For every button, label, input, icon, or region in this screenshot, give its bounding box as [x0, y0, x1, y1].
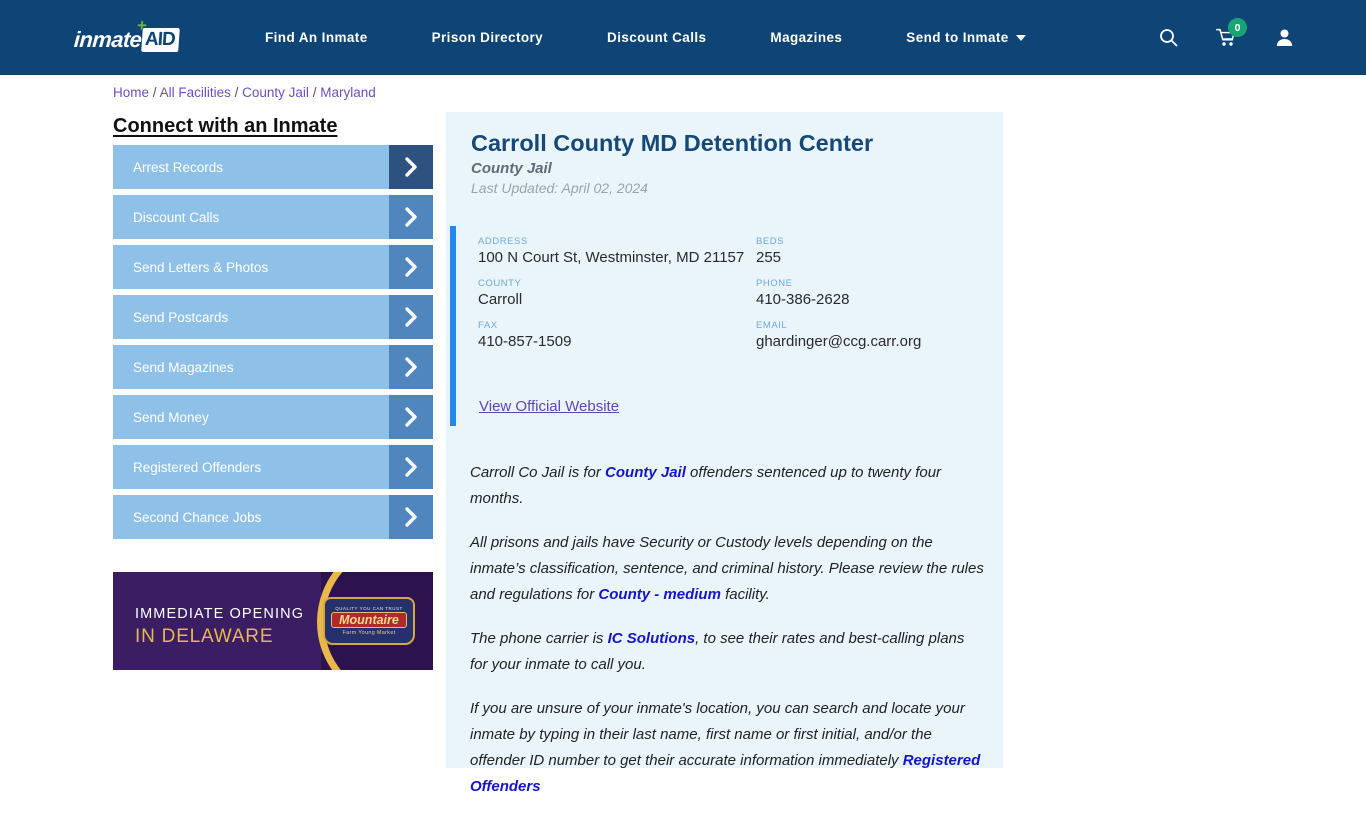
info-label: ADDRESS [478, 236, 528, 247]
sidebar-item-send-postcards[interactable]: Send Postcards [113, 295, 433, 339]
sidebar-item-label: Send Letters & Photos [133, 259, 269, 275]
sidebar-item-send-magazines[interactable]: Send Magazines [113, 345, 433, 389]
nav-item-find-an-inmate[interactable]: Find An Inmate [265, 30, 368, 45]
info-value: 255 [756, 249, 782, 266]
info-label: COUNTY [478, 278, 522, 289]
user-icon[interactable] [1275, 28, 1294, 47]
sidebar-item-label: Discount Calls [133, 209, 220, 225]
logo-badge: + AID [137, 16, 180, 52]
info-field-phone: PHONE 410-386-2628 [756, 278, 978, 309]
accent-bar [450, 226, 456, 426]
info-label: BEDS [756, 236, 785, 247]
main-nav: Find An Inmate Prison Directory Discount… [265, 0, 1026, 75]
search-icon[interactable] [1159, 28, 1178, 47]
ad-logo-tagline-top: QUALITY YOU CAN TRUST [335, 606, 403, 611]
sidebar-item-label: Registered Offenders [133, 459, 262, 475]
facility-description: Carroll Co Jail is for County Jail offen… [470, 460, 985, 818]
info-label: PHONE [756, 278, 793, 289]
info-label: EMAIL [756, 320, 788, 331]
breadcrumb-item-home[interactable]: Home [113, 85, 149, 100]
sidebar-item-arrest-records[interactable]: Arrest Records [113, 145, 433, 189]
page-title: Carroll County MD Detention Center [471, 130, 874, 156]
cart-icon[interactable]: 0 [1216, 18, 1247, 47]
breadcrumb: Home / All Facilities / County Jail / Ma… [113, 85, 376, 100]
description-paragraph-4: If you are unsure of your inmate's locat… [470, 696, 985, 800]
nav-item-send-to-inmate[interactable]: Send to Inmate [906, 30, 1026, 45]
chevron-right-icon [389, 295, 433, 339]
sidebar-item-discount-calls[interactable]: Discount Calls [113, 195, 433, 239]
plus-icon: + [136, 16, 147, 35]
info-value: 100 N Court St, Westminster, MD 21157 [478, 249, 745, 266]
nav-item-discount-calls[interactable]: Discount Calls [607, 30, 706, 45]
sidebar-item-registered-offenders[interactable]: Registered Offenders [113, 445, 433, 489]
info-field-beds: BEDS 255 [756, 236, 978, 267]
last-updated: Last Updated: April 02, 2024 [471, 180, 648, 196]
facility-type: County Jail [471, 160, 552, 177]
info-value: 410-857-1509 [478, 333, 572, 350]
info-field-email: EMAIL ghardinger@ccg.carr.org [756, 320, 978, 351]
chevron-right-icon [389, 445, 433, 489]
nav-item-prison-directory[interactable]: Prison Directory [432, 30, 543, 45]
sidebar-item-label: Arrest Records [133, 159, 224, 175]
ad-headline-line1: IMMEDIATE OPENING [135, 606, 305, 622]
chevron-right-icon [389, 145, 433, 189]
info-field-county: COUNTY Carroll [478, 278, 756, 309]
info-field-fax: FAX 410-857-1509 [478, 320, 756, 351]
logo-badge-text: AID [144, 29, 176, 50]
sidebar-item-send-letters-photos[interactable]: Send Letters & Photos [113, 245, 433, 289]
sidebar-item-label: Send Magazines [133, 359, 234, 375]
sidebar-item-label: Second Chance Jobs [133, 509, 262, 525]
facility-info-grid: ADDRESS 100 N Court St, Westminster, MD … [478, 236, 978, 362]
info-field-address: ADDRESS 100 N Court St, Westminster, MD … [478, 236, 756, 267]
info-label: FAX [478, 320, 498, 331]
chevron-right-icon [389, 345, 433, 389]
link-county-medium[interactable]: County - medium [598, 586, 721, 603]
breadcrumb-separator: / [234, 85, 239, 100]
breadcrumb-item-county-jail[interactable]: County Jail [242, 85, 309, 100]
logo-wordmark: inmate [73, 27, 143, 52]
header-icons: 0 [1159, 0, 1294, 75]
link-ic-solutions[interactable]: IC Solutions [608, 630, 696, 647]
sidebar-ad-banner[interactable]: IMMEDIATE OPENING IN DELAWARE QUALITY YO… [113, 572, 433, 670]
sidebar-item-send-money[interactable]: Send Money [113, 395, 433, 439]
chevron-down-icon [1015, 34, 1026, 41]
breadcrumb-separator: / [152, 85, 157, 100]
breadcrumb-item-maryland[interactable]: Maryland [320, 85, 376, 100]
description-paragraph-3: The phone carrier is IC Solutions, to se… [470, 626, 985, 678]
nav-item-send-to-inmate-label: Send to Inmate [906, 30, 1009, 45]
ad-headline-line2: IN DELAWARE [135, 626, 274, 647]
p2-text-b: facility. [720, 586, 770, 603]
sidebar-menu: Arrest Records Discount Calls Send Lette… [113, 145, 433, 545]
chevron-right-icon [389, 245, 433, 289]
breadcrumb-separator: / [312, 85, 317, 100]
nav-item-magazines[interactable]: Magazines [770, 30, 842, 45]
site-logo[interactable]: inmate + AID [73, 16, 180, 52]
description-paragraph-1: Carroll Co Jail is for County Jail offen… [470, 460, 985, 512]
info-value: Carroll [478, 291, 523, 308]
site-header: inmate + AID Find An Inmate Prison Direc… [0, 0, 1366, 75]
sidebar-item-label: Send Postcards [133, 309, 229, 325]
p1-text-a: Carroll Co Jail is for [470, 464, 606, 481]
p4-text-a: If you are unsure of your inmate's locat… [470, 700, 965, 769]
view-official-website-link[interactable]: View Official Website [479, 398, 619, 415]
chevron-right-icon [389, 495, 433, 539]
info-value: 410-386-2628 [756, 291, 850, 308]
chevron-right-icon [389, 395, 433, 439]
description-paragraph-2: All prisons and jails have Security or C… [470, 530, 985, 608]
sidebar-title: Connect with an Inmate [113, 115, 338, 137]
chevron-right-icon [389, 195, 433, 239]
ad-logo-tagline-bottom: Farm Young Market [342, 630, 396, 636]
link-county-jail[interactable]: County Jail [605, 464, 686, 481]
ad-logo-name: Mountaire [331, 612, 407, 628]
breadcrumb-item-all-facilities[interactable]: All Facilities [160, 85, 231, 100]
sidebar-item-label: Send Money [133, 409, 209, 425]
sidebar-item-second-chance-jobs[interactable]: Second Chance Jobs [113, 495, 433, 539]
cart-count-badge: 0 [1228, 18, 1247, 37]
ad-advertiser-logo: QUALITY YOU CAN TRUST Mountaire Farm You… [323, 597, 415, 645]
info-value: ghardinger@ccg.carr.org [756, 333, 922, 350]
p3-text-a: The phone carrier is [470, 630, 608, 647]
